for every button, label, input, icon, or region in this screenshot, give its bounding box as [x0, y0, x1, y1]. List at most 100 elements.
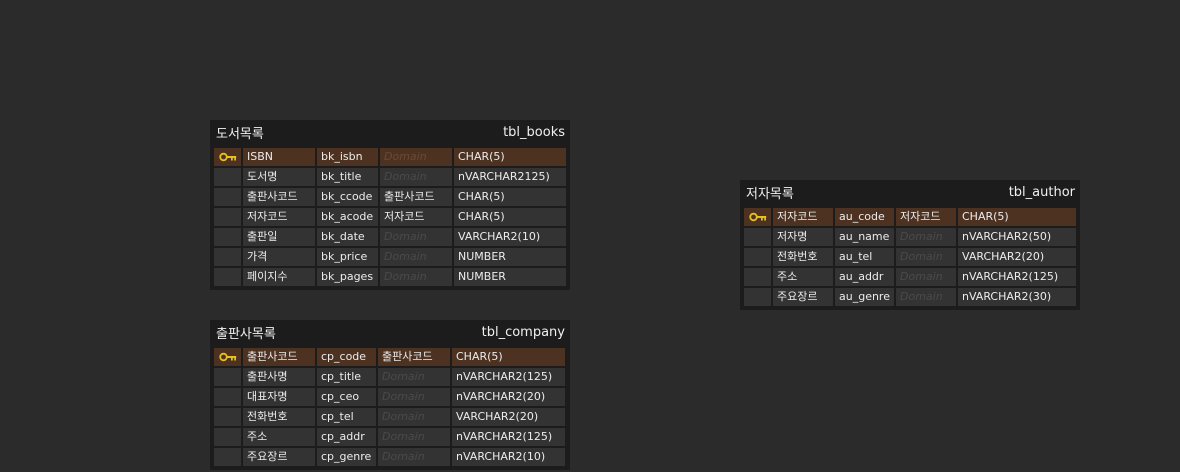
- domain-cell: 저자코드: [895, 207, 957, 227]
- domain-cell: Domain: [377, 387, 451, 407]
- attribute-row[interactable]: 주요장르 cp_genre Domain nVARCHAR2(10): [213, 447, 567, 467]
- primary-key-icon: [218, 352, 236, 362]
- entity-rows: 저자코드 au_code 저자코드 CHAR(5) 저자명 au_name Domain nV…: [743, 207, 1077, 307]
- domain-cell: Domain: [895, 267, 957, 287]
- attribute-name-cell: 주요장르: [772, 287, 834, 307]
- primary-key-row[interactable]: 출판사코드 cp_code 출판사코드 CHAR(5): [213, 347, 567, 367]
- domain-cell: Domain: [377, 407, 451, 427]
- domain-cell: Domain: [377, 447, 451, 467]
- attribute-name-cell: 저자코드: [242, 207, 316, 227]
- datatype-cell: VARCHAR2(20): [957, 247, 1077, 267]
- datatype-cell: CHAR(5): [957, 207, 1077, 227]
- column-name-cell: bk_ccode: [316, 187, 379, 207]
- attribute-name-cell: 저자명: [772, 227, 834, 247]
- datatype-cell: NUMBER: [453, 267, 567, 287]
- domain-cell: Domain: [895, 287, 957, 307]
- domain-cell: 저자코드: [379, 207, 453, 227]
- datatype-cell: nVARCHAR2(125): [451, 367, 566, 387]
- attribute-row[interactable]: 출판일 bk_date Domain VARCHAR2(10): [213, 227, 567, 247]
- domain-cell: 출판사코드: [379, 187, 453, 207]
- key-cell: [743, 207, 772, 227]
- entity-header[interactable]: 출판사목록 tbl_company: [213, 320, 567, 344]
- key-cell: [743, 287, 772, 307]
- attribute-name-cell: 출판일: [242, 227, 316, 247]
- datatype-cell: CHAR(5): [453, 147, 567, 167]
- column-name-cell: cp_title: [316, 367, 377, 387]
- entity-tbl-company[interactable]: 출판사목록 tbl_company 출판사코드 cp_code 출판사코드 CHAR(…: [210, 320, 570, 470]
- domain-cell: Domain: [895, 227, 957, 247]
- entity-tbl-books[interactable]: 도서목록 tbl_books ISBN bk_isbn Domain CHAR(5) 도…: [210, 120, 570, 290]
- key-cell: [213, 407, 242, 427]
- attribute-row[interactable]: 도서명 bk_title Domain nVARCHAR2125): [213, 167, 567, 187]
- domain-cell: Domain: [895, 247, 957, 267]
- entity-rows: 출판사코드 cp_code 출판사코드 CHAR(5) 출판사명 cp_title Doma…: [213, 347, 567, 467]
- datatype-cell: CHAR(5): [453, 207, 567, 227]
- attribute-row[interactable]: 전화번호 cp_tel Domain VARCHAR2(20): [213, 407, 567, 427]
- attribute-name-cell: 도서명: [242, 167, 316, 187]
- datatype-cell: nVARCHAR2(30): [957, 287, 1077, 307]
- column-name-cell: bk_isbn: [316, 147, 379, 167]
- attribute-row[interactable]: 저자명 au_name Domain nVARCHAR2(50): [743, 227, 1077, 247]
- key-cell: [213, 187, 242, 207]
- column-name-cell: cp_genre: [316, 447, 377, 467]
- datatype-cell: nVARCHAR2(20): [451, 387, 566, 407]
- column-name-cell: au_genre: [834, 287, 895, 307]
- attribute-row[interactable]: 페이지수 bk_pages Domain NUMBER: [213, 267, 567, 287]
- attribute-name-cell: 주소: [242, 427, 316, 447]
- entity-header[interactable]: 도서목록 tbl_books: [213, 120, 567, 144]
- column-name-cell: cp_code: [316, 347, 377, 367]
- entity-logical-name: 출판사목록: [216, 326, 276, 342]
- primary-key-icon: [748, 212, 766, 222]
- column-name-cell: cp_addr: [316, 427, 377, 447]
- attribute-row[interactable]: 주소 cp_addr Domain nVARCHAR2(125): [213, 427, 567, 447]
- primary-key-row[interactable]: 저자코드 au_code 저자코드 CHAR(5): [743, 207, 1077, 227]
- datatype-cell: nVARCHAR2(125): [451, 427, 566, 447]
- entity-header[interactable]: 저자목록 tbl_author: [743, 180, 1077, 204]
- entity-physical-name: tbl_books: [503, 124, 565, 140]
- attribute-name-cell: 페이지수: [242, 267, 316, 287]
- column-name-cell: cp_ceo: [316, 387, 377, 407]
- attribute-name-cell: 가격: [242, 247, 316, 267]
- key-cell: [213, 367, 242, 387]
- primary-key-row[interactable]: ISBN bk_isbn Domain CHAR(5): [213, 147, 567, 167]
- attribute-row[interactable]: 가격 bk_price Domain NUMBER: [213, 247, 567, 267]
- key-cell: [213, 147, 242, 167]
- column-name-cell: bk_price: [316, 247, 379, 267]
- key-cell: [743, 267, 772, 287]
- column-name-cell: bk_pages: [316, 267, 379, 287]
- column-name-cell: au_name: [834, 227, 895, 247]
- entity-tbl-author[interactable]: 저자목록 tbl_author 저자코드 au_code 저자코드 CHAR(5) 저자…: [740, 180, 1080, 310]
- entity-rows: ISBN bk_isbn Domain CHAR(5) 도서명 bk_title Domai…: [213, 147, 567, 287]
- domain-cell: Domain: [379, 227, 453, 247]
- attribute-row[interactable]: 주요장르 au_genre Domain nVARCHAR2(30): [743, 287, 1077, 307]
- column-name-cell: bk_title: [316, 167, 379, 187]
- datatype-cell: CHAR(5): [453, 187, 567, 207]
- attribute-row[interactable]: 전화번호 au_tel Domain VARCHAR2(20): [743, 247, 1077, 267]
- key-cell: [743, 227, 772, 247]
- key-cell: [743, 247, 772, 267]
- domain-cell: 출판사코드: [377, 347, 451, 367]
- domain-cell: Domain: [379, 267, 453, 287]
- attribute-row[interactable]: 대표자명 cp_ceo Domain nVARCHAR2(20): [213, 387, 567, 407]
- entity-logical-name: 저자목록: [746, 186, 794, 202]
- attribute-name-cell: ISBN: [242, 147, 316, 167]
- entity-physical-name: tbl_author: [1008, 184, 1075, 200]
- attribute-name-cell: 출판사코드: [242, 347, 316, 367]
- attribute-name-cell: 전화번호: [772, 247, 834, 267]
- attribute-name-cell: 대표자명: [242, 387, 316, 407]
- datatype-cell: nVARCHAR2(125): [957, 267, 1077, 287]
- attribute-row[interactable]: 출판사코드 bk_ccode 출판사코드 CHAR(5): [213, 187, 567, 207]
- domain-cell: Domain: [377, 367, 451, 387]
- attribute-row[interactable]: 출판사명 cp_title Domain nVARCHAR2(125): [213, 367, 567, 387]
- entity-physical-name: tbl_company: [481, 324, 565, 340]
- domain-cell: Domain: [379, 247, 453, 267]
- datatype-cell: VARCHAR2(20): [451, 407, 566, 427]
- column-name-cell: bk_acode: [316, 207, 379, 227]
- attribute-name-cell: 저자코드: [772, 207, 834, 227]
- attribute-row[interactable]: 저자코드 bk_acode 저자코드 CHAR(5): [213, 207, 567, 227]
- column-name-cell: au_code: [834, 207, 895, 227]
- attribute-name-cell: 주요장르: [242, 447, 316, 467]
- column-name-cell: au_tel: [834, 247, 895, 267]
- attribute-row[interactable]: 주소 au_addr Domain nVARCHAR2(125): [743, 267, 1077, 287]
- key-cell: [213, 427, 242, 447]
